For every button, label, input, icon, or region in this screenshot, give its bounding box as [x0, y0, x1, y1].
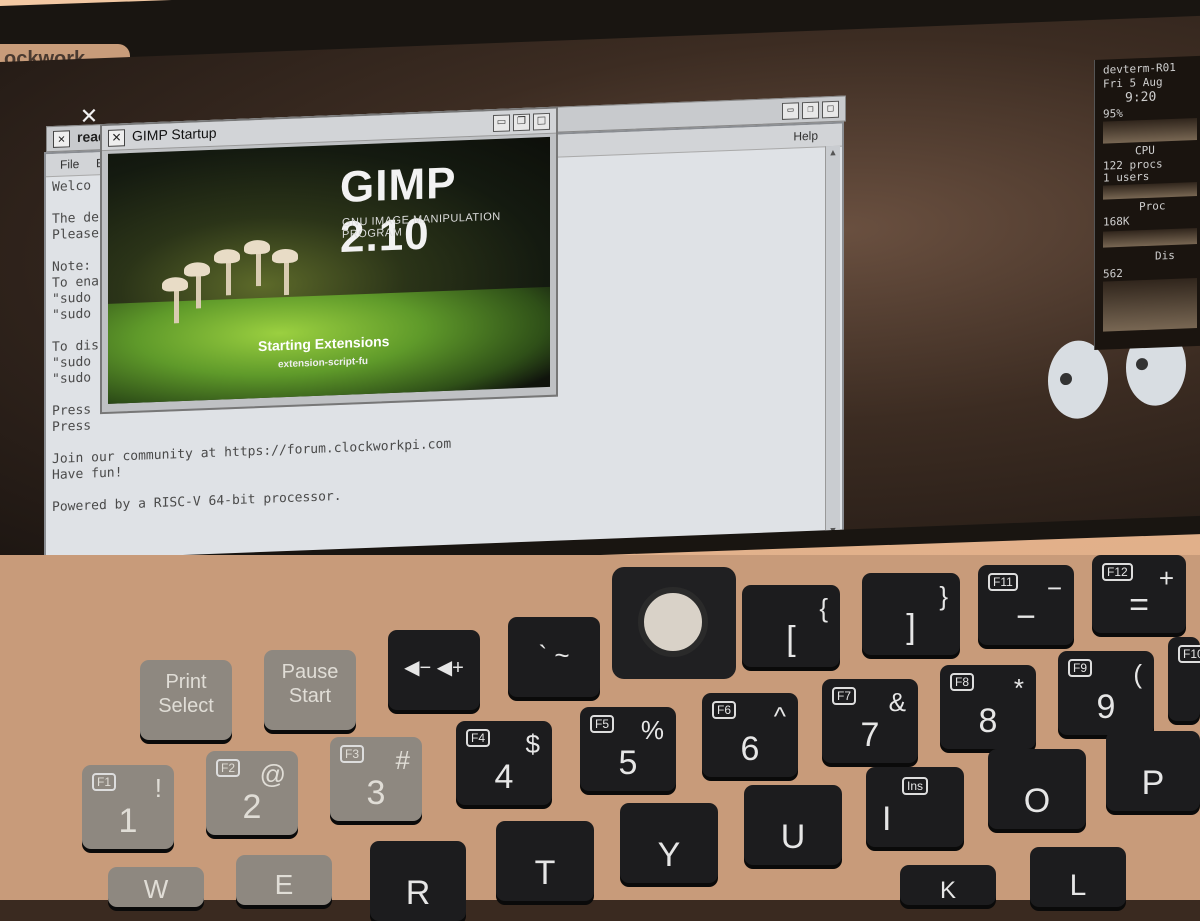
- key-u[interactable]: U: [744, 785, 842, 865]
- key-f11-minus[interactable]: F11− −: [978, 565, 1074, 645]
- monitor-cpu-label: CPU: [1135, 143, 1155, 158]
- scroll-up-icon[interactable]: ▲: [826, 146, 840, 161]
- menu-help[interactable]: Help: [793, 129, 818, 144]
- key-3[interactable]: F3 3 #: [330, 737, 422, 821]
- key-l[interactable]: L: [1030, 847, 1126, 907]
- minimize-icon[interactable]: ▭: [782, 102, 799, 120]
- restore-icon[interactable]: ❐: [802, 101, 819, 120]
- key-w[interactable]: W: [108, 867, 204, 907]
- key-k[interactable]: K: [900, 865, 996, 905]
- key-1[interactable]: F1 1!: [82, 765, 174, 849]
- gimp-splash-window: ✕ GIMP Startup ▭ ❐ □ GIMP 2.10 GNU IMAGE…: [100, 106, 558, 415]
- device-body: ockwork ✕ ✕ read ▭ ❐ □ File E Help Welco: [0, 0, 1200, 921]
- monitor-time: 9:20: [1125, 89, 1157, 106]
- monitor-users: 1 users: [1103, 169, 1150, 185]
- key-left-bracket[interactable]: [{: [742, 585, 840, 667]
- key-p[interactable]: P: [1106, 731, 1200, 811]
- key-8[interactable]: F8 8 *: [940, 665, 1036, 749]
- monitor-proc-label: Proc: [1139, 199, 1166, 214]
- key-volume[interactable]: ◀− ◀+: [388, 630, 480, 710]
- key-pause-start[interactable]: Pause Start: [264, 650, 356, 730]
- key-6[interactable]: F6 6 ^: [702, 693, 798, 777]
- trackball-knob-icon[interactable]: [638, 587, 708, 657]
- screen: ✕ ✕ read ▭ ❐ □ File E Help Welco: [0, 15, 1200, 563]
- key-y[interactable]: Y: [620, 803, 718, 883]
- key-f12-equals[interactable]: F12 = +: [1092, 555, 1186, 633]
- mushroom-graphic: [184, 261, 210, 277]
- system-monitor: devterm-R01 Fri 5 Aug 9:20 95% CPU 122 p…: [1094, 55, 1200, 350]
- eye-icon-left: [1048, 339, 1108, 420]
- monitor-disk-label: Dis: [1155, 248, 1175, 263]
- key-r[interactable]: R: [370, 841, 466, 921]
- monitor-percent: 95%: [1103, 106, 1123, 121]
- key-o[interactable]: O: [988, 749, 1086, 829]
- maximize-icon[interactable]: □: [822, 100, 839, 119]
- key-9[interactable]: F9 9(: [1058, 651, 1154, 735]
- key-e[interactable]: E: [236, 855, 332, 905]
- key-0[interactable]: F10: [1168, 637, 1200, 721]
- monitor-host: devterm-R01: [1103, 60, 1176, 77]
- keyboard: Print Select Pause Start ◀− ◀+ ` ~ [{ ]}…: [0, 555, 1200, 921]
- close-window-icon[interactable]: ✕: [108, 129, 125, 147]
- key-2[interactable]: F2 2 @: [206, 751, 298, 835]
- monitor-disk-val: 562: [1103, 266, 1123, 281]
- key-4[interactable]: F4 4 $: [456, 721, 552, 805]
- trackball[interactable]: [612, 567, 736, 679]
- key-t[interactable]: T: [496, 821, 594, 901]
- key-5[interactable]: F5 5%: [580, 707, 676, 791]
- monitor-date: Fri 5 Aug: [1103, 75, 1163, 91]
- key-print-select[interactable]: Print Select: [140, 660, 232, 740]
- gimp-logo-text: GIMP 2.10: [340, 158, 456, 262]
- monitor-mem: 168K: [1103, 214, 1130, 229]
- close-window-icon[interactable]: ✕: [53, 130, 70, 148]
- key-i[interactable]: Ins I: [866, 767, 964, 847]
- gimp-title: GIMP Startup: [132, 124, 217, 144]
- maximize-icon[interactable]: □: [533, 112, 550, 131]
- minimize-icon[interactable]: ▭: [493, 114, 510, 133]
- scrollbar[interactable]: ▲ ▼: [825, 145, 840, 539]
- restore-icon[interactable]: ❐: [513, 113, 530, 132]
- key-7[interactable]: F7 7 &: [822, 679, 918, 763]
- key-backtick[interactable]: ` ~: [508, 617, 600, 697]
- menu-file[interactable]: File: [60, 157, 79, 172]
- key-right-bracket[interactable]: ]}: [862, 573, 960, 655]
- splash-image: GIMP 2.10 GNU IMAGE MANIPULATION PROGRAM…: [108, 136, 550, 404]
